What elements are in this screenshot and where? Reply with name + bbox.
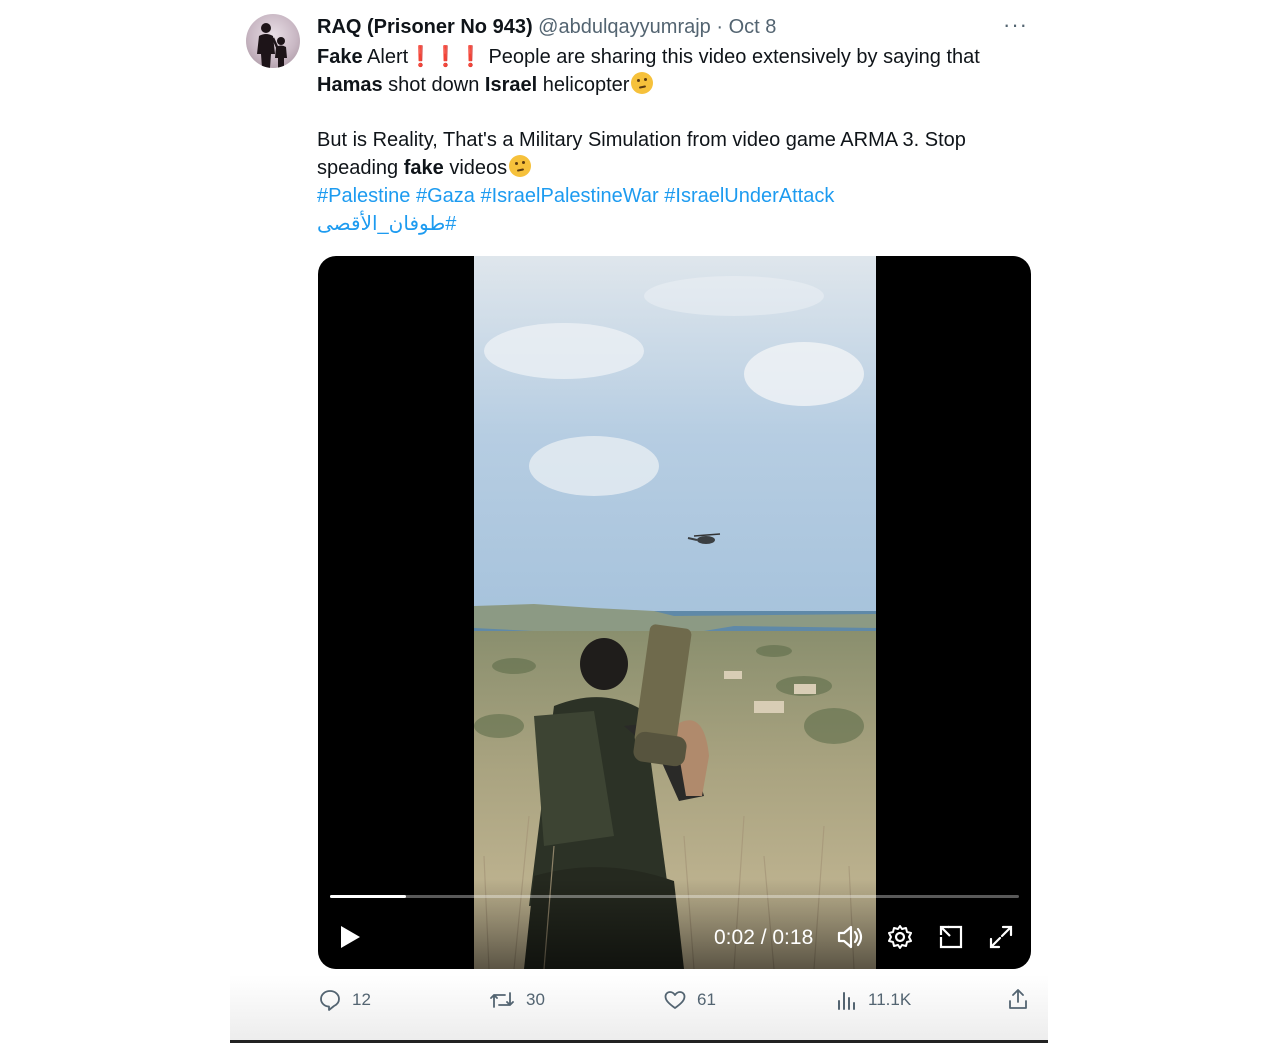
retweet-count: 30 xyxy=(526,990,545,1009)
settings-icon[interactable] xyxy=(887,924,913,955)
fullscreen-icon[interactable] xyxy=(988,924,1014,955)
progress-bar-fill xyxy=(330,895,406,898)
text-sharing: People are sharing this video extensivel… xyxy=(482,46,980,68)
tweet-date[interactable]: Oct 8 xyxy=(729,16,777,38)
retweet-button[interactable]: 30 xyxy=(488,987,545,1013)
play-icon[interactable] xyxy=(338,924,362,955)
picture-in-picture-icon[interactable] xyxy=(938,924,964,955)
text-videos: videos xyxy=(443,157,508,179)
bold-israel: Israel xyxy=(484,74,538,96)
bold-fake: Fake xyxy=(317,46,363,68)
hashtag-gaza[interactable]: #Gaza xyxy=(416,185,475,207)
tweet-text: Fake Alert❗️❗️❗️ People are sharing this… xyxy=(317,43,1037,238)
like-button[interactable]: 61 xyxy=(663,987,716,1013)
video-player[interactable]: 0:02 / 0:18 xyxy=(318,256,1031,969)
text-shot-down: shot down xyxy=(382,74,485,96)
views-icon xyxy=(838,992,855,1010)
video-time: 0:02 / 0:18 xyxy=(714,926,814,949)
tweet-paragraph-1: Fake Alert❗️❗️❗️ People are sharing this… xyxy=(317,43,1037,99)
like-count: 61 xyxy=(697,990,716,1009)
retweet-icon xyxy=(490,992,514,1008)
text-helicopter: helicopter xyxy=(537,74,630,96)
heart-icon xyxy=(664,991,686,1009)
bold-hamas: Hamas xyxy=(317,74,383,96)
tweet-paragraph-2: But is Reality, That's a Military Simula… xyxy=(317,126,1037,182)
bold-fake-2: fake xyxy=(403,157,444,179)
handle[interactable]: @abdulqayyumrajp xyxy=(538,16,711,38)
views-button[interactable]: 11.1K xyxy=(836,987,911,1013)
hashtag-israel-under-attack[interactable]: #IsraelUnderAttack xyxy=(664,185,834,207)
reply-button[interactable]: 12 xyxy=(318,987,371,1013)
avatar-silhouette xyxy=(257,23,287,68)
tweet-header: RAQ (Prisoner No 943) @abdulqayyumrajp ·… xyxy=(317,14,776,40)
hashtag-palestine[interactable]: #Palestine xyxy=(317,185,410,207)
view-count: 11.1K xyxy=(868,990,912,1009)
thinking-face-icon xyxy=(631,72,654,94)
progress-bar[interactable] xyxy=(330,895,1019,898)
text-alert: Alert xyxy=(362,46,409,68)
reply-count: 12 xyxy=(352,990,371,1009)
exclamation-emoji: ❗️❗️❗️ xyxy=(408,46,483,68)
video-frame xyxy=(474,256,876,969)
hashtag-line: #Palestine #Gaza #IsraelPalestineWar #Is… xyxy=(317,182,1037,210)
share-button[interactable] xyxy=(1007,987,1029,1011)
avatar[interactable] xyxy=(246,14,300,68)
arabic-hashtag-line: #طوفان_الأقصى xyxy=(317,210,1037,238)
more-options-icon[interactable]: ··· xyxy=(1003,12,1028,38)
video-controls xyxy=(318,879,1031,969)
hashtag-arabic[interactable]: #طوفان_الأقصى xyxy=(317,213,456,235)
video-scene xyxy=(474,256,876,969)
hashtag-israel-palestine-war[interactable]: #IsraelPalestineWar xyxy=(480,185,658,207)
display-name[interactable]: RAQ (Prisoner No 943) xyxy=(317,16,533,38)
share-icon xyxy=(1009,989,1027,1009)
volume-icon[interactable] xyxy=(836,924,864,955)
thinking-face-icon xyxy=(509,155,532,177)
bottom-border xyxy=(230,1040,1048,1043)
reply-icon xyxy=(320,990,340,1011)
separator: · xyxy=(710,16,729,38)
